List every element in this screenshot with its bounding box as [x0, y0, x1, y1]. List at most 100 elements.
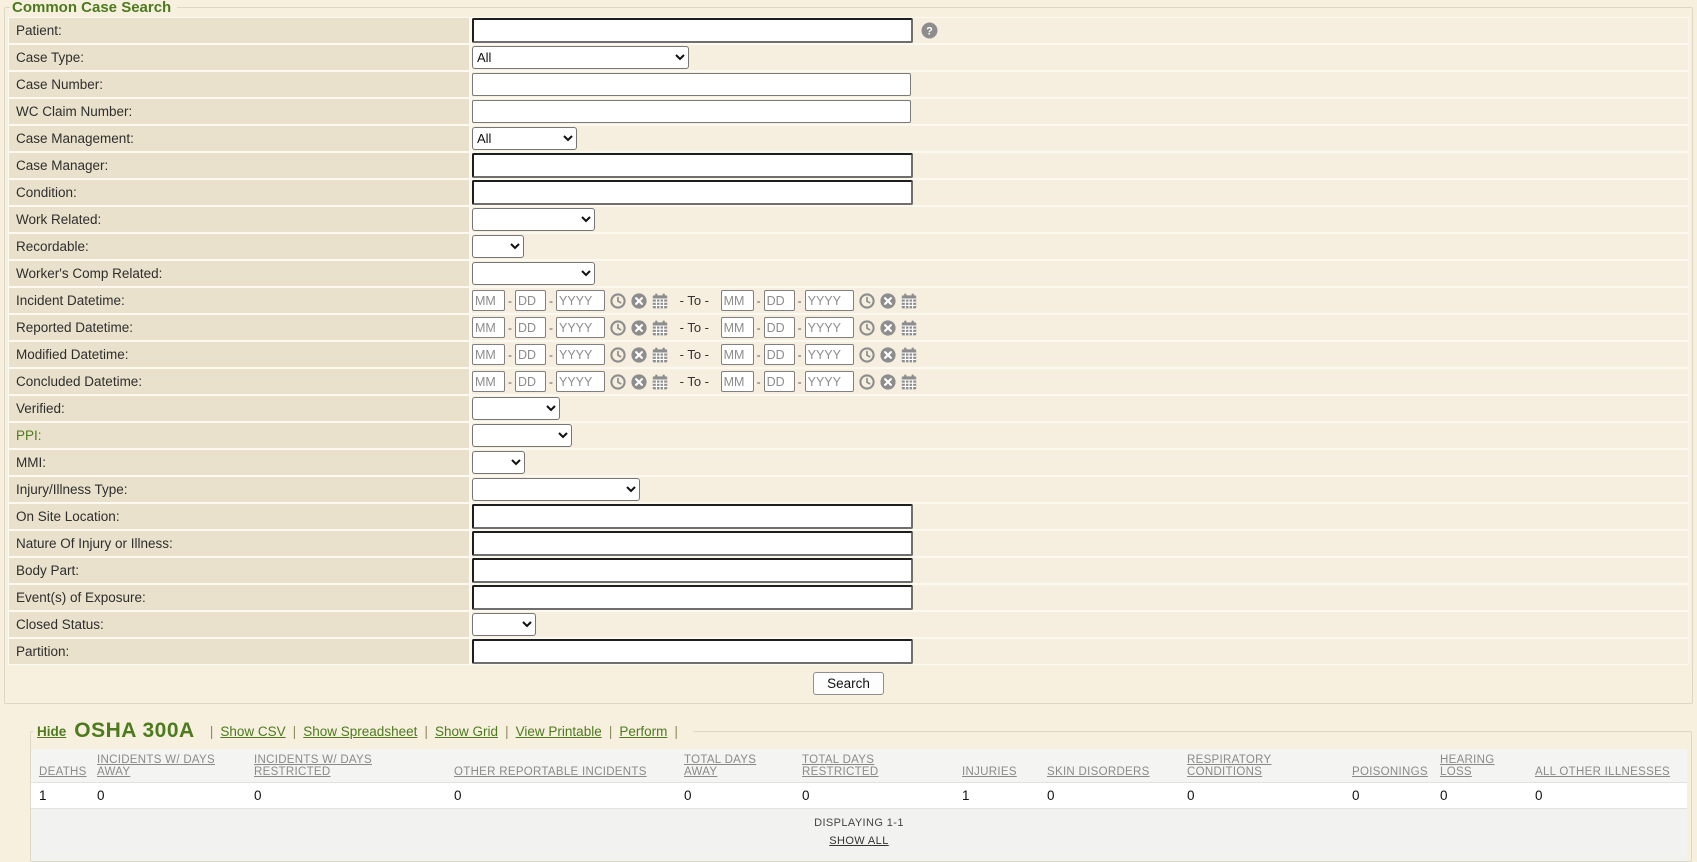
form-row-recordable: Recordable:	[9, 234, 1688, 259]
recordable-select[interactable]	[472, 235, 524, 258]
calendar-icon[interactable]	[652, 347, 668, 363]
column-header-respiratory-conditions[interactable]: RESPIRATORY CONDITIONS	[1179, 749, 1344, 783]
condition-input[interactable]	[472, 180, 913, 205]
column-header-all-other-illnesses[interactable]: ALL OTHER ILLNESSES	[1527, 749, 1687, 783]
column-header-deaths[interactable]: DEATHS	[31, 749, 89, 783]
clear-icon[interactable]	[880, 293, 896, 309]
show-csv-link[interactable]: Show CSV	[220, 724, 285, 739]
reported-to-year-input[interactable]	[804, 317, 854, 338]
reported-from-month-input[interactable]	[472, 317, 505, 338]
work-related-select[interactable]	[472, 208, 595, 231]
perform-link[interactable]: Perform	[619, 724, 667, 739]
incident-from-day-input[interactable]	[515, 290, 546, 311]
case-type-select[interactable]: All	[472, 46, 689, 69]
clock-icon[interactable]	[610, 347, 626, 363]
calendar-icon[interactable]	[652, 293, 668, 309]
clear-icon[interactable]	[631, 347, 647, 363]
field-label: Concluded Datetime:	[9, 369, 469, 394]
column-header-skin-disorders[interactable]: SKIN DISORDERS	[1039, 749, 1179, 783]
column-header-incidents-days-restricted[interactable]: INCIDENTS W/ DAYS RESTRICTED	[246, 749, 446, 783]
partition-input[interactable]	[472, 639, 913, 664]
incident-from-year-input[interactable]	[556, 290, 605, 311]
clear-icon[interactable]	[631, 320, 647, 336]
clear-icon[interactable]	[880, 347, 896, 363]
concluded-to-month-input[interactable]	[720, 371, 754, 392]
clock-icon[interactable]	[859, 347, 875, 363]
column-header-injuries[interactable]: INJURIES	[954, 749, 1039, 783]
help-icon[interactable]	[921, 22, 938, 39]
reported-from-year-input[interactable]	[556, 317, 605, 338]
calendar-icon[interactable]	[652, 320, 668, 336]
incident-to-day-input[interactable]	[763, 290, 795, 311]
events-of-exposure-input[interactable]	[472, 585, 913, 610]
clock-icon[interactable]	[610, 374, 626, 390]
column-header-total-days-restricted[interactable]: TOTAL DAYS RESTRICTED	[794, 749, 954, 783]
displaying-label: DISPLAYING 1-1	[814, 817, 904, 829]
concluded-from-month-input[interactable]	[472, 371, 505, 392]
clear-icon[interactable]	[631, 374, 647, 390]
column-header-incidents-days-away[interactable]: INCIDENTS W/ DAYS AWAY	[89, 749, 246, 783]
concluded-to-year-input[interactable]	[804, 371, 854, 392]
injury-illness-type-select[interactable]	[472, 478, 640, 501]
reported-to-month-input[interactable]	[720, 317, 754, 338]
view-printable-link[interactable]: View Printable	[516, 724, 602, 739]
modified-from-day-input[interactable]	[515, 344, 546, 365]
incident-to-month-input[interactable]	[720, 290, 754, 311]
clear-icon[interactable]	[880, 320, 896, 336]
reported-from-day-input[interactable]	[515, 317, 546, 338]
case-manager-input[interactable]	[472, 153, 913, 178]
incident-from-month-input[interactable]	[472, 290, 505, 311]
workers-comp-related-select[interactable]	[472, 262, 595, 285]
concluded-from-year-input[interactable]	[556, 371, 605, 392]
case-number-input[interactable]	[472, 73, 911, 96]
incident-to-year-input[interactable]	[804, 290, 854, 311]
nature-of-injury-input[interactable]	[472, 531, 913, 556]
cell-other-reportable-incidents: 0	[446, 782, 676, 809]
modified-to-year-input[interactable]	[804, 344, 854, 365]
column-header-hearing-loss[interactable]: HEARING LOSS	[1432, 749, 1527, 783]
field-label: Modified Datetime:	[9, 342, 469, 367]
on-site-location-input[interactable]	[472, 504, 913, 529]
calendar-icon[interactable]	[901, 374, 917, 390]
field-label: Closed Status:	[9, 612, 469, 637]
body-part-input[interactable]	[472, 558, 913, 583]
concluded-from-day-input[interactable]	[515, 371, 546, 392]
calendar-icon[interactable]	[901, 347, 917, 363]
clock-icon[interactable]	[859, 320, 875, 336]
column-header-poisonings[interactable]: POISONINGS	[1344, 749, 1432, 783]
table-row: 1 0 0 0 0 0 1 0 0 0 0 0	[31, 782, 1687, 809]
clear-icon[interactable]	[631, 293, 647, 309]
clear-icon[interactable]	[880, 374, 896, 390]
show-grid-link[interactable]: Show Grid	[435, 724, 498, 739]
closed-status-select[interactable]	[472, 613, 536, 636]
incident-datetime-range: - - - To - - -	[472, 290, 917, 311]
calendar-icon[interactable]	[901, 293, 917, 309]
field-label: Case Number:	[9, 72, 469, 97]
hide-link[interactable]: Hide	[37, 724, 66, 739]
modified-from-year-input[interactable]	[556, 344, 605, 365]
patient-input[interactable]	[472, 18, 913, 43]
case-management-select[interactable]: All	[472, 127, 577, 150]
wc-claim-number-input[interactable]	[472, 100, 911, 123]
calendar-icon[interactable]	[652, 374, 668, 390]
mmi-select[interactable]	[472, 451, 525, 474]
clock-icon[interactable]	[859, 293, 875, 309]
reported-to-day-input[interactable]	[763, 317, 795, 338]
modified-from-month-input[interactable]	[472, 344, 505, 365]
modified-to-month-input[interactable]	[720, 344, 754, 365]
clock-icon[interactable]	[859, 374, 875, 390]
clock-icon[interactable]	[610, 320, 626, 336]
modified-to-day-input[interactable]	[763, 344, 795, 365]
show-spreadsheet-link[interactable]: Show Spreadsheet	[303, 724, 417, 739]
clock-icon[interactable]	[610, 293, 626, 309]
show-all-link[interactable]: SHOW ALL	[829, 835, 888, 847]
verified-select[interactable]	[472, 397, 560, 420]
column-header-other-reportable-incidents[interactable]: OTHER REPORTABLE INCIDENTS	[446, 749, 676, 783]
cell-injuries: 1	[954, 782, 1039, 809]
column-header-total-days-away[interactable]: TOTAL DAYS AWAY	[676, 749, 794, 783]
search-button[interactable]: Search	[813, 672, 884, 695]
concluded-to-day-input[interactable]	[763, 371, 795, 392]
form-row-concluded-datetime: Concluded Datetime: - - - To - - -	[9, 369, 1688, 394]
calendar-icon[interactable]	[901, 320, 917, 336]
ppi-select[interactable]	[472, 424, 572, 447]
